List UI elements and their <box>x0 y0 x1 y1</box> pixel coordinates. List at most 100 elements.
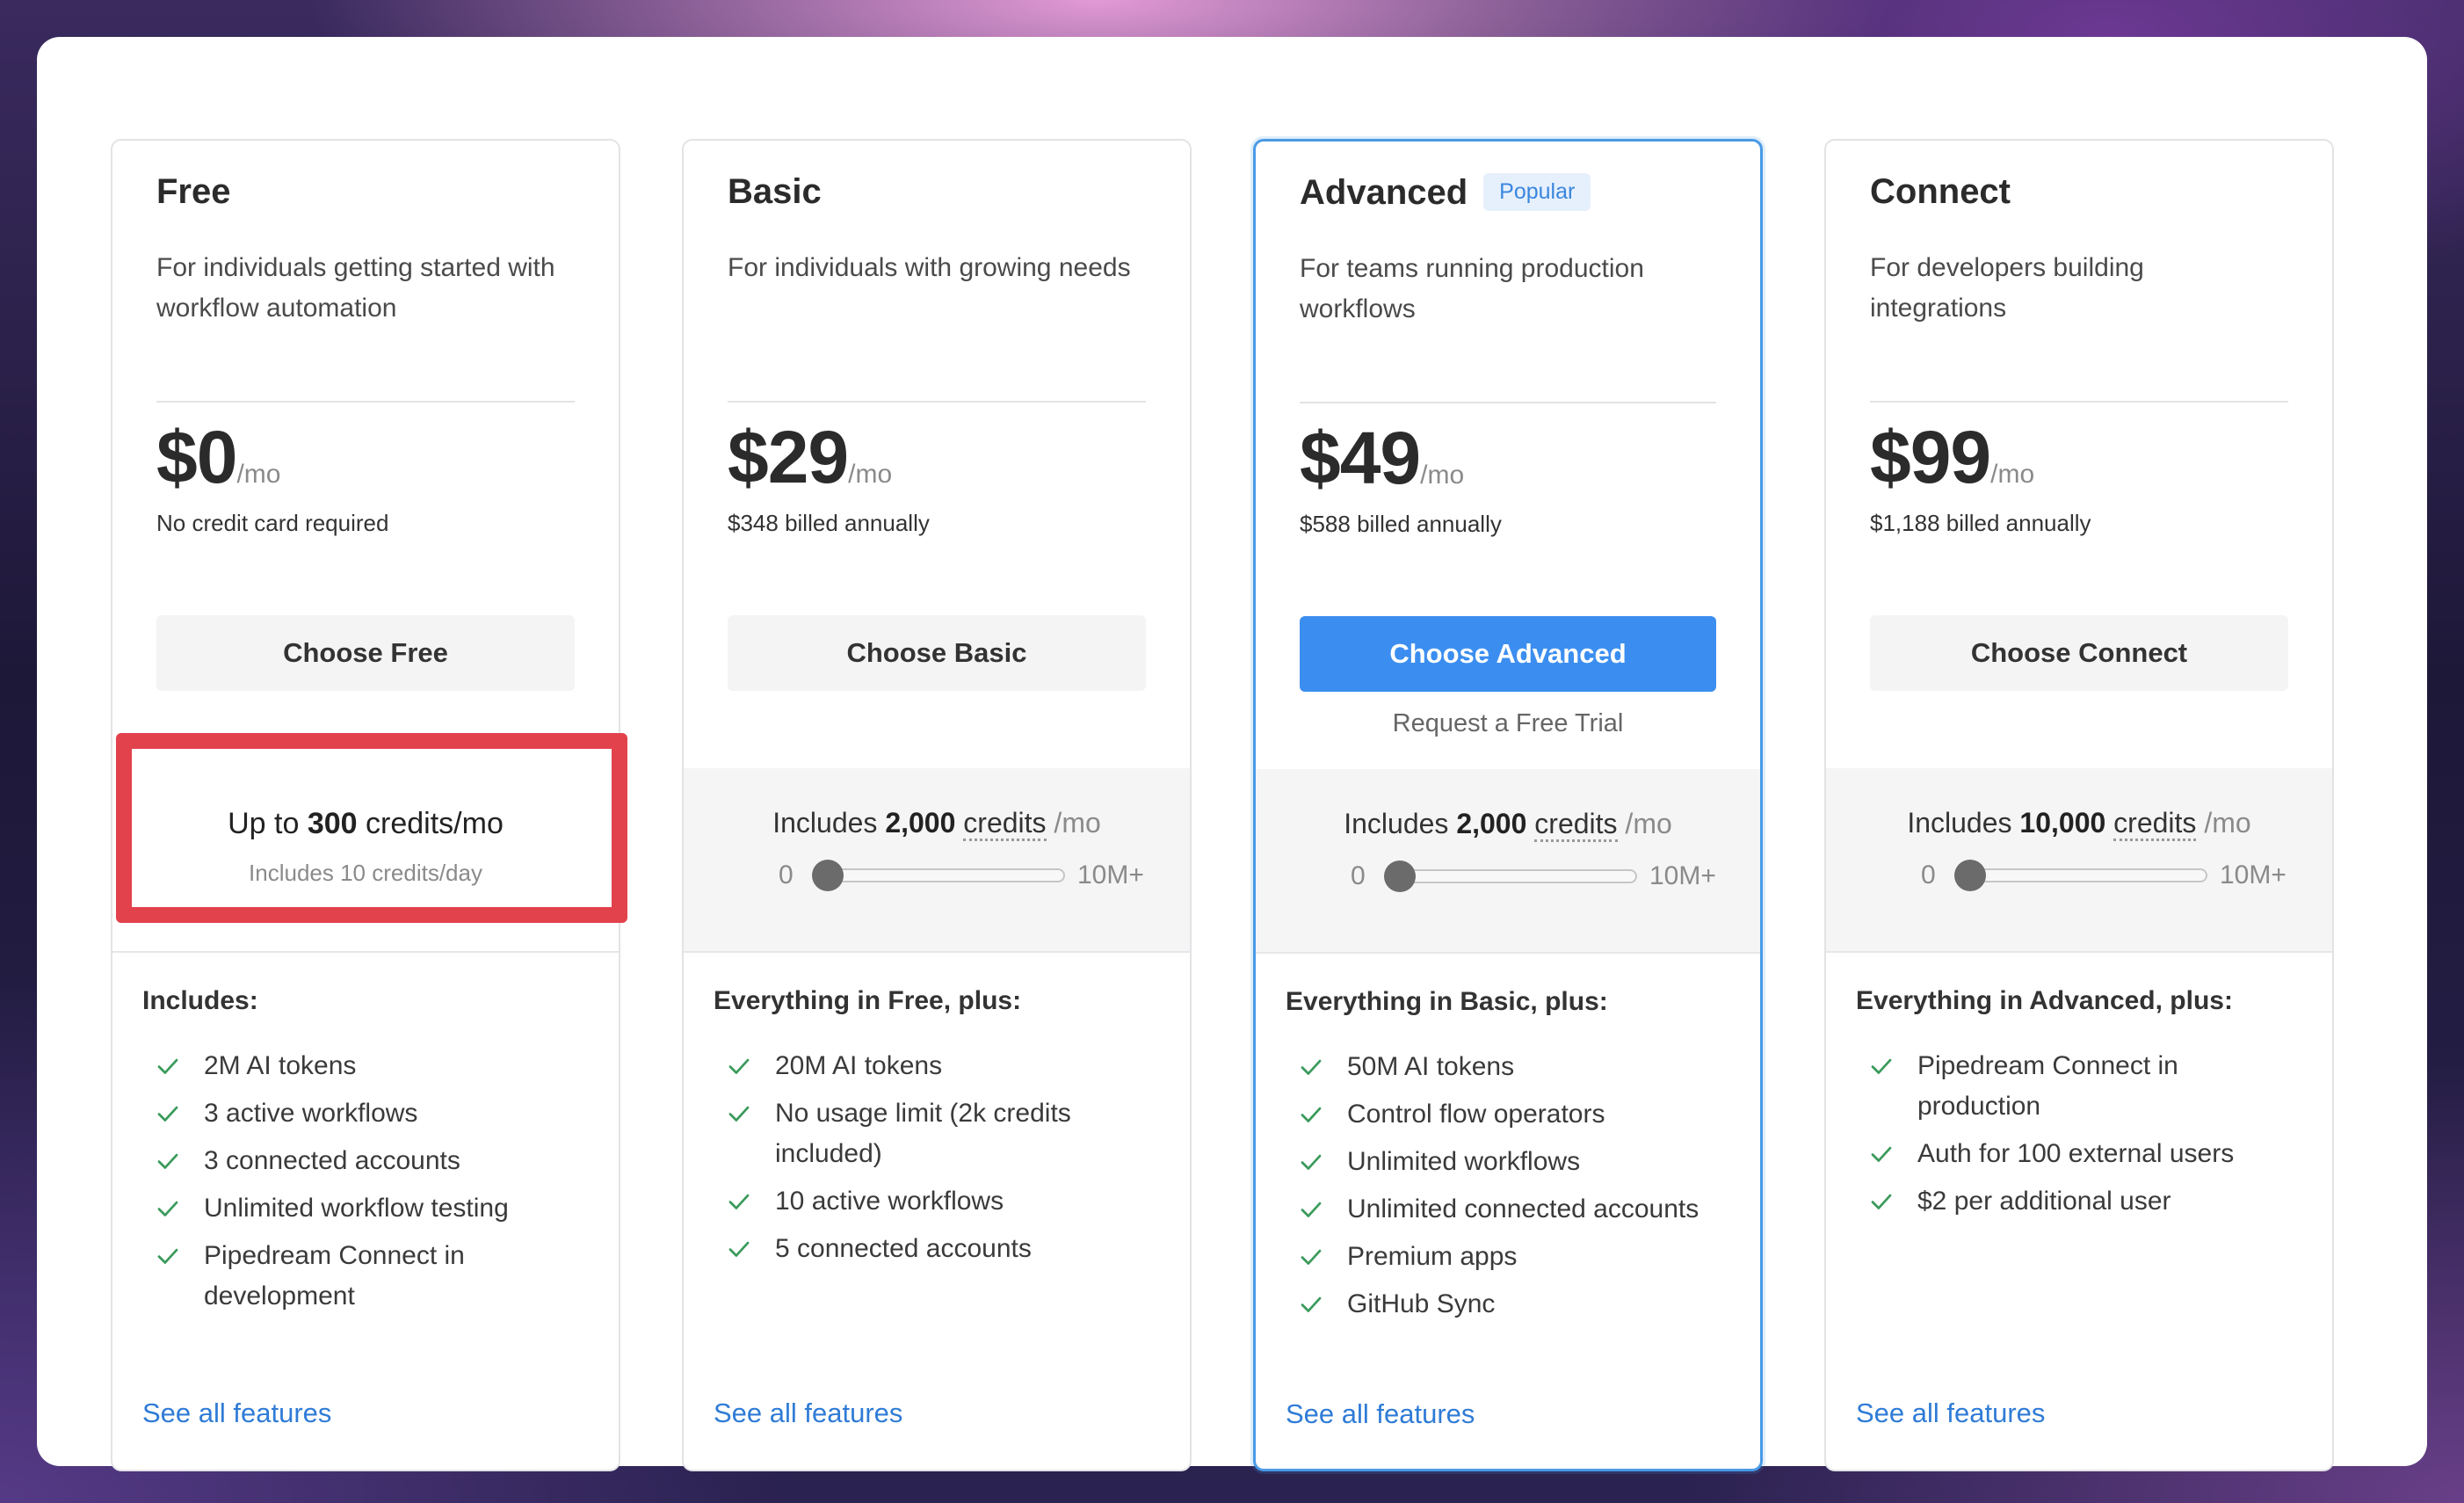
features-list: 20M AI tokens No usage limit (2k credits … <box>714 1046 1163 1276</box>
check-icon <box>157 1248 178 1264</box>
price-period: /mo <box>1420 461 1465 490</box>
price-amount: $0 <box>156 416 237 498</box>
plan-description: For developers building integrations <box>1870 253 2144 323</box>
see-all-features-link[interactable]: See all features <box>1286 1398 1475 1430</box>
choose-connect-button[interactable]: Choose Connect <box>1870 615 2288 691</box>
price-period: /mo <box>236 460 281 489</box>
plan-name: Connect <box>1870 172 2011 211</box>
feature-text: 5 connected accounts <box>775 1234 1032 1263</box>
plan-name: Advanced Popular <box>1300 173 1591 213</box>
credits-term[interactable]: credits <box>963 807 1047 841</box>
features-list: 50M AI tokens Control flow operators Unlim… <box>1286 1047 1734 1332</box>
check-icon <box>1871 1194 1892 1209</box>
features-title: Everything in Advanced, plus: <box>1856 986 2233 1015</box>
price-amount: $29 <box>728 416 849 498</box>
choose-advanced-button[interactable]: Choose Advanced <box>1300 616 1716 692</box>
billing-note: No credit card required <box>156 510 389 536</box>
plan-description: For teams running production workflows <box>1300 254 1644 323</box>
feature-text: 3 active workflows <box>204 1099 418 1128</box>
check-icon <box>728 1058 750 1074</box>
feature-item: 20M AI tokens <box>714 1046 1163 1086</box>
slider-max-label: 10M+ <box>2220 860 2286 889</box>
feature-item: Auth for 100 external users <box>1856 1134 2306 1174</box>
feature-text: 20M AI tokens <box>775 1051 943 1080</box>
divider <box>728 401 1146 403</box>
choose-free-button[interactable]: Choose Free <box>156 615 575 691</box>
billing-note: $1,188 billed annually <box>1870 510 2091 536</box>
plan-card-basic: Basic For individuals with growing needs… <box>682 139 1192 1471</box>
feature-text: Premium apps <box>1347 1242 1518 1271</box>
check-icon <box>1301 1249 1322 1265</box>
check-icon <box>1301 1296 1322 1312</box>
feature-item: 50M AI tokens <box>1286 1047 1734 1087</box>
popular-badge: Popular <box>1483 173 1591 211</box>
credits-slider[interactable]: 0 10M+ <box>684 858 1190 893</box>
feature-item: GitHub Sync <box>1286 1284 1734 1325</box>
feature-text: Unlimited connected accounts <box>1347 1194 1699 1223</box>
credits-section: Includes 2,000 credits /mo 0 10M+ <box>684 768 1190 953</box>
check-icon <box>157 1201 178 1216</box>
feature-item: No usage limit (2k credits included) <box>714 1093 1163 1174</box>
feature-item: 3 connected accounts <box>142 1141 592 1181</box>
feature-text: Auth for 100 external users <box>1917 1139 2235 1168</box>
credits-term[interactable]: credits <box>1534 808 1618 842</box>
feature-text: GitHub Sync <box>1347 1289 1496 1318</box>
slider-track[interactable] <box>1388 869 1637 883</box>
billing-note: $348 billed annually <box>728 510 930 536</box>
check-icon <box>1871 1058 1892 1074</box>
slider-thumb[interactable] <box>1954 860 1986 891</box>
check-icon <box>1301 1107 1322 1122</box>
choose-basic-button[interactable]: Choose Basic <box>728 615 1146 691</box>
feature-text: 10 active workflows <box>775 1187 1004 1216</box>
plan-description: For individuals with growing needs <box>728 253 1131 282</box>
request-free-trial-link[interactable]: Request a Free Trial <box>1300 709 1716 738</box>
slider-track[interactable] <box>815 868 1065 882</box>
divider <box>1300 402 1716 403</box>
billing-note: $588 billed annually <box>1300 511 1502 537</box>
check-icon <box>1871 1146 1892 1162</box>
feature-item: Control flow operators <box>1286 1094 1734 1135</box>
check-icon <box>157 1153 178 1169</box>
credits-term[interactable]: credits <box>2113 807 2197 841</box>
features-title: Everything in Free, plus: <box>714 986 1022 1015</box>
feature-item: Pipedream Connect in development <box>142 1236 592 1317</box>
price-period: /mo <box>1990 460 2035 489</box>
feature-text: Pipedream Connect in production <box>1917 1051 2178 1121</box>
feature-text: 2M AI tokens <box>204 1051 357 1080</box>
divider <box>156 401 575 403</box>
feature-text: 50M AI tokens <box>1347 1052 1515 1081</box>
feature-item: 5 connected accounts <box>714 1229 1163 1269</box>
feature-item: Unlimited connected accounts <box>1286 1189 1734 1230</box>
feature-text: 3 connected accounts <box>204 1146 460 1175</box>
plan-card-advanced: Advanced Popular For teams running produc… <box>1253 139 1763 1471</box>
slider-thumb[interactable] <box>812 860 844 891</box>
feature-item: 2M AI tokens <box>142 1046 592 1086</box>
credits-line: Includes 2,000 credits /mo <box>1256 808 1760 842</box>
check-icon <box>728 1106 750 1122</box>
feature-item: Premium apps <box>1286 1237 1734 1277</box>
price-period: /mo <box>848 460 893 489</box>
check-icon <box>1301 1154 1322 1170</box>
check-icon <box>157 1106 178 1122</box>
check-icon <box>728 1241 750 1257</box>
price-amount: $49 <box>1300 417 1421 499</box>
feature-item: Pipedream Connect in production <box>1856 1046 2306 1127</box>
slider-thumb[interactable] <box>1384 860 1416 892</box>
slider-min-label: 0 <box>1351 861 1366 890</box>
feature-text: Pipedream Connect in development <box>204 1241 465 1311</box>
credits-slider[interactable]: 0 10M+ <box>1826 858 2332 893</box>
check-icon <box>728 1194 750 1209</box>
highlight-box <box>116 733 627 923</box>
check-icon <box>1301 1202 1322 1217</box>
see-all-features-link[interactable]: See all features <box>714 1398 902 1429</box>
plan-card-connect: Connect For developers building integrat… <box>1824 139 2334 1471</box>
feature-text: Unlimited workflows <box>1347 1147 1581 1176</box>
divider <box>1870 401 2288 403</box>
see-all-features-link[interactable]: See all features <box>1856 1398 2045 1429</box>
slider-track[interactable] <box>1958 868 2207 882</box>
feature-item: Unlimited workflows <box>1286 1142 1734 1182</box>
see-all-features-link[interactable]: See all features <box>142 1398 331 1429</box>
credits-slider[interactable]: 0 10M+ <box>1256 859 1760 894</box>
feature-text: Control flow operators <box>1347 1100 1605 1129</box>
feature-item: 10 active workflows <box>714 1181 1163 1222</box>
